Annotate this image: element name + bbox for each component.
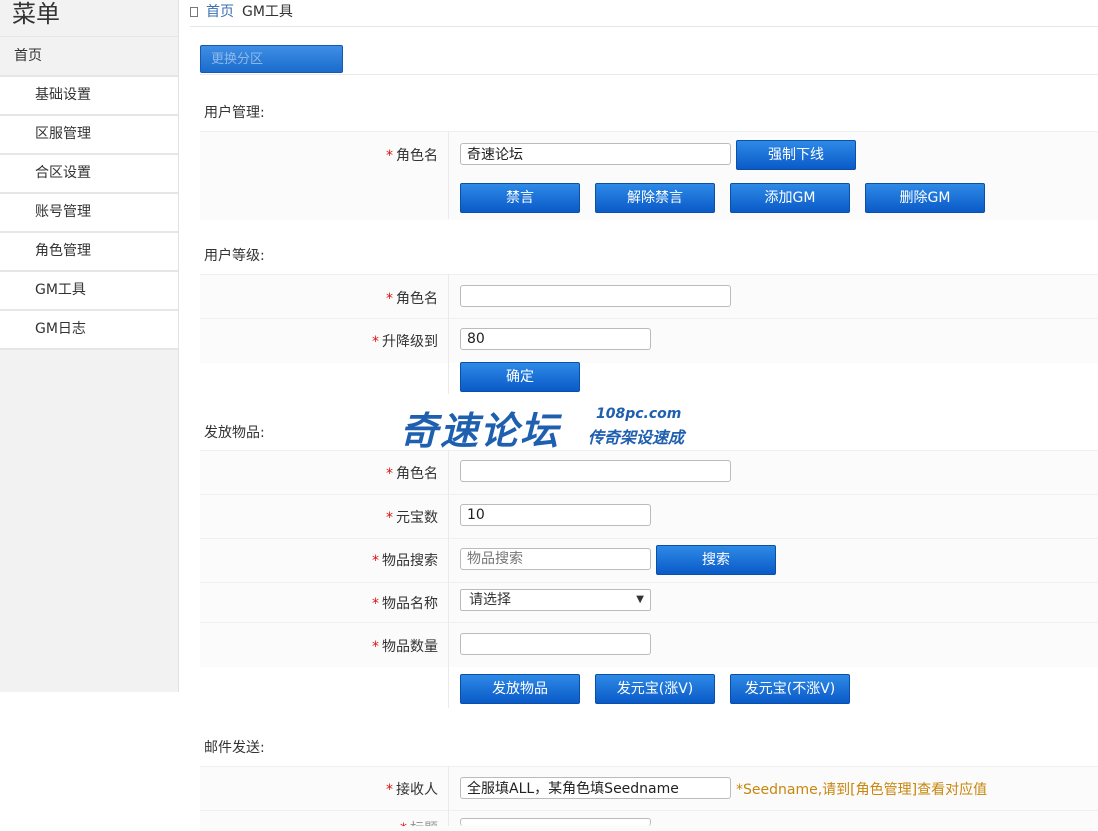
divider [448, 766, 449, 826]
item-qty-label: * 物品数量 [372, 639, 438, 655]
level-to-input[interactable] [460, 328, 651, 350]
forum-watermark: 奇速论坛 108pc.com 传奇架设速成 [400, 400, 700, 453]
give-yuanbao-novip-button[interactable]: 发元宝(不涨V) [730, 674, 850, 704]
role-name-label: * 角色名 [386, 291, 438, 307]
force-offline-button[interactable]: 强制下线 [736, 140, 856, 170]
breadcrumb-home-link[interactable]: 首页 [206, 4, 234, 20]
confirm-level-button[interactable]: 确定 [460, 362, 580, 392]
receiver-input[interactable] [460, 777, 731, 799]
divider [200, 74, 1098, 75]
item-search-input[interactable] [460, 548, 651, 570]
sidebar-item-account-manage[interactable]: 账号管理 [0, 194, 178, 233]
watermark-site-text: 108pc.com [596, 406, 682, 422]
role-name-label: * 角色名 [386, 466, 438, 482]
add-gm-button[interactable]: 添加GM [730, 183, 850, 213]
remove-gm-button[interactable]: 删除GM [865, 183, 985, 213]
item-search-label: * 物品搜索 [372, 553, 438, 569]
yuanbao-label: * 元宝数 [386, 510, 438, 526]
section-title-user-level: 用户等级: [204, 248, 265, 264]
items-role-name-input[interactable] [460, 460, 731, 482]
item-name-select[interactable]: 请选择 ▼ [460, 589, 651, 611]
breadcrumb: 首页 GM工具 [190, 0, 1098, 27]
unmute-button[interactable]: 解除禁言 [595, 183, 715, 213]
level-to-label: * 升降级到 [372, 334, 438, 350]
mail-title-label: *标题 [198, 818, 438, 826]
give-yuanbao-vip-button[interactable]: 发元宝(涨V) [595, 674, 715, 704]
divider [448, 131, 449, 219]
divider [448, 274, 449, 394]
give-item-button[interactable]: 发放物品 [460, 674, 580, 704]
chevron-down-icon: ▼ [636, 594, 644, 605]
sidebar-item-server-manage[interactable]: 区服管理 [0, 116, 178, 155]
receiver-hint: *Seedname,请到[角色管理]查看对应值 [736, 782, 988, 798]
section-title-give-items: 发放物品: [204, 425, 265, 441]
section-title-mail: 邮件发送: [204, 740, 265, 756]
sidebar-item-role-manage[interactable]: 角色管理 [0, 233, 178, 272]
divider [448, 450, 449, 708]
search-button[interactable]: 搜索 [656, 545, 776, 575]
sidebar-item-gm-tools[interactable]: GM工具 [0, 272, 178, 311]
section-title-user-manage: 用户管理: [204, 105, 265, 121]
sidebar-item-gm-log[interactable]: GM日志 [0, 311, 178, 350]
level-role-name-input[interactable] [460, 285, 731, 307]
mail-title-input[interactable] [460, 818, 651, 826]
kick-role-name-input[interactable] [460, 143, 731, 165]
yuanbao-input[interactable] [460, 504, 651, 526]
sidebar: 菜单 首页 基础设置 区服管理 合区设置 账号管理 角色管理 GM工具 GM日志 [0, 0, 179, 692]
receiver-label: * 接收人 [386, 782, 438, 798]
menu-title: 菜单 [12, 0, 60, 28]
item-name-label: * 物品名称 [372, 596, 438, 612]
item-qty-input[interactable] [460, 633, 651, 655]
item-name-selected: 请选择 [469, 592, 511, 608]
sidebar-item-home[interactable]: 首页 [0, 36, 178, 77]
sidebar-item-basic-settings[interactable]: 基础设置 [0, 77, 178, 116]
sidebar-item-merge-settings[interactable]: 合区设置 [0, 155, 178, 194]
change-server-button[interactable]: 更换分区 [200, 45, 343, 73]
watermark-sub-text: 传奇架设速成 [588, 428, 685, 447]
mute-button[interactable]: 禁言 [460, 183, 580, 213]
role-name-label: * 角色名 [386, 148, 438, 164]
breadcrumb-current: GM工具 [242, 4, 293, 20]
home-icon [190, 7, 198, 17]
watermark-main-text: 奇速论坛 [400, 409, 561, 453]
